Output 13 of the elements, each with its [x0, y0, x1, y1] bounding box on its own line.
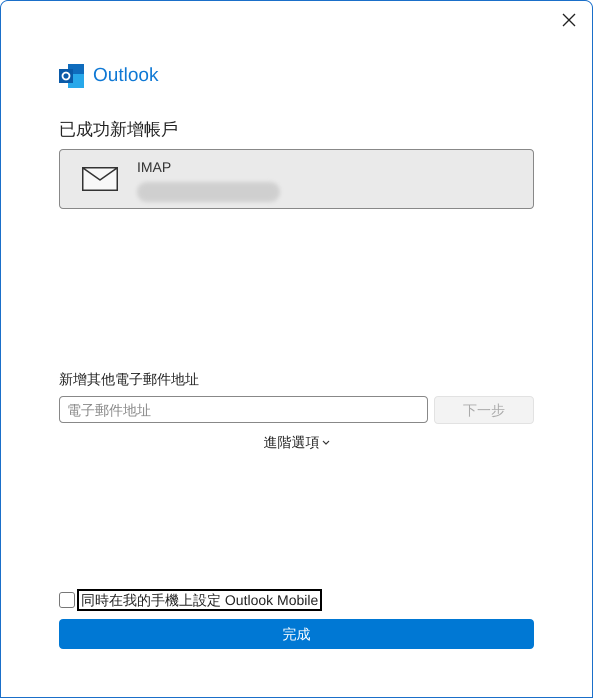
email-field[interactable]: 電子郵件地址 [59, 396, 428, 423]
close-button[interactable] [560, 11, 578, 29]
finish-button[interactable]: 完成 [59, 619, 534, 649]
account-type: IMAP [137, 158, 172, 177]
advanced-options-link[interactable]: 進階選項 [264, 432, 330, 453]
field-label: 新增其他電子郵件地址 [59, 370, 200, 389]
checkbox-label: 同時在我的手機上設定 Outlook Mobile [79, 591, 320, 609]
heading: 已成功新增帳戶 [59, 118, 179, 140]
close-icon [562, 13, 576, 27]
envelope-icon [82, 167, 118, 191]
logo-icon [59, 64, 85, 88]
checkbox[interactable] [59, 592, 75, 608]
app-name: Outlook [93, 64, 158, 88]
